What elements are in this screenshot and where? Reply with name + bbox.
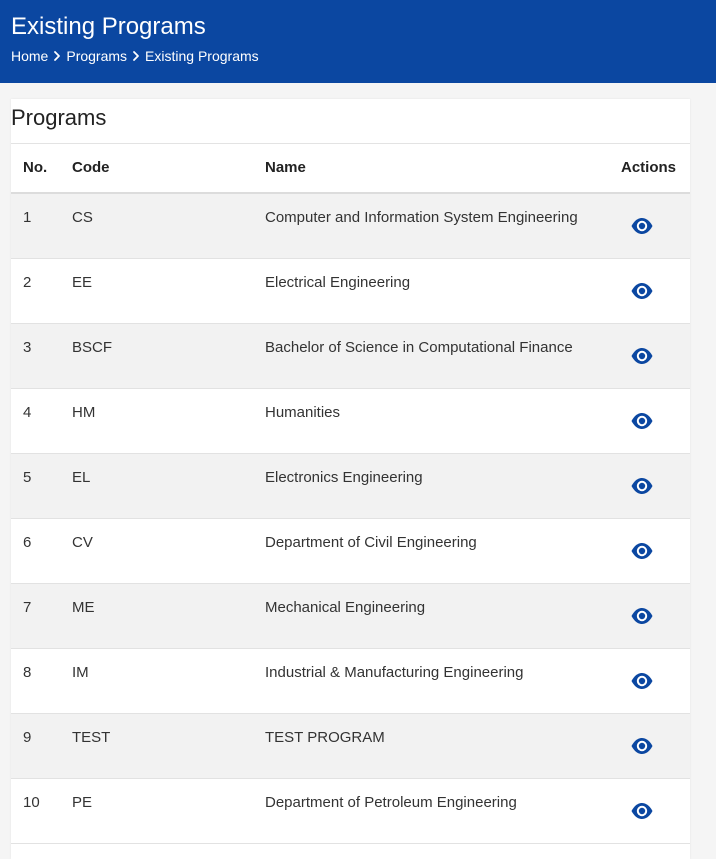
row-name: Industrial & Manufacturing Engineering [265,664,524,681]
row-code: BSCF [72,339,113,356]
page-title: Existing Programs [11,13,206,40]
row-number: 3 [23,339,32,356]
view-button[interactable] [630,671,654,691]
row-name: TEST PROGRAM [265,729,385,746]
row-number: 1 [23,209,32,226]
row-name: Electrical Engineering [265,274,411,291]
row-number: 2 [23,274,32,291]
eye-icon [631,608,653,624]
table-row: 4 HM Humanities [11,389,690,454]
table-row: 7 ME Mechanical Engineering [11,584,690,649]
view-button[interactable] [630,736,654,756]
table-row: 1 CS Computer and Information System Eng… [11,194,690,259]
row-number: 9 [23,729,32,746]
table-row: 8 IM Industrial & Manufacturing Engineer… [11,649,690,714]
breadcrumb-programs[interactable]: Programs [66,48,127,64]
view-button[interactable] [630,281,654,301]
view-button[interactable] [630,541,654,561]
eye-icon [631,283,653,299]
row-code: HM [72,404,96,421]
row-name: Department of Civil Engineering [265,534,477,551]
view-button[interactable] [630,411,654,431]
eye-icon [631,478,653,494]
row-code: IM [72,664,89,681]
row-name: Electronics Engineering [265,469,423,486]
table-row: 3 BSCF Bachelor of Science in Computatio… [11,324,690,389]
column-header-no: No. [23,159,48,176]
table-row: 5 EL Electronics Engineering [11,454,690,519]
row-number: 4 [23,404,32,421]
view-button[interactable] [630,216,654,236]
table-row: 10 PE Department of Petroleum Engineerin… [11,779,690,844]
row-name: Department of Petroleum Engineering [265,794,517,811]
row-name: Computer and Information System Engineer… [265,209,578,226]
eye-icon [631,218,653,234]
row-code: TEST [72,729,111,746]
chevron-right-icon [129,49,143,63]
page-header: Existing Programs Home Programs Existing… [0,0,716,83]
row-code: EL [72,469,91,486]
row-code: ME [72,599,95,616]
eye-icon [631,543,653,559]
row-number: 6 [23,534,32,551]
eye-icon [631,348,653,364]
breadcrumb-home[interactable]: Home [11,48,48,64]
view-button[interactable] [630,476,654,496]
view-button[interactable] [630,346,654,366]
row-code: EE [72,274,93,291]
row-name: Mechanical Engineering [265,599,426,616]
row-number: 5 [23,469,32,486]
eye-icon [631,803,653,819]
column-header-name: Name [265,159,306,176]
column-header-actions: Actions [621,159,677,176]
table-header: No. Code Name Actions [11,143,690,194]
eye-icon [631,673,653,689]
row-number: 7 [23,599,32,616]
chevron-right-icon [50,49,64,63]
breadcrumb-existing-programs: Existing Programs [145,48,259,64]
card-title: Programs [11,105,107,130]
table-row: 2 EE Electrical Engineering [11,259,690,324]
programs-table: No. Code Name Actions 1 CS Computer and … [11,143,690,844]
row-code: CV [72,534,93,551]
view-button[interactable] [630,801,654,821]
row-number: 10 [23,794,40,811]
column-header-code: Code [72,159,110,176]
programs-card: Programs No. Code Name Actions 1 CS Comp… [11,99,690,859]
view-button[interactable] [630,606,654,626]
row-name: Humanities [265,404,341,421]
table-row: 9 TEST TEST PROGRAM [11,714,690,779]
row-name: Bachelor of Science in Computational Fin… [265,339,573,356]
table-row: 6 CV Department of Civil Engineering [11,519,690,584]
row-code: PE [72,794,93,811]
row-code: CS [72,209,93,226]
eye-icon [631,413,653,429]
breadcrumb: Home Programs Existing Programs [11,47,259,65]
table-body: 1 CS Computer and Information System Eng… [11,194,690,844]
row-number: 8 [23,664,32,681]
eye-icon [631,738,653,754]
